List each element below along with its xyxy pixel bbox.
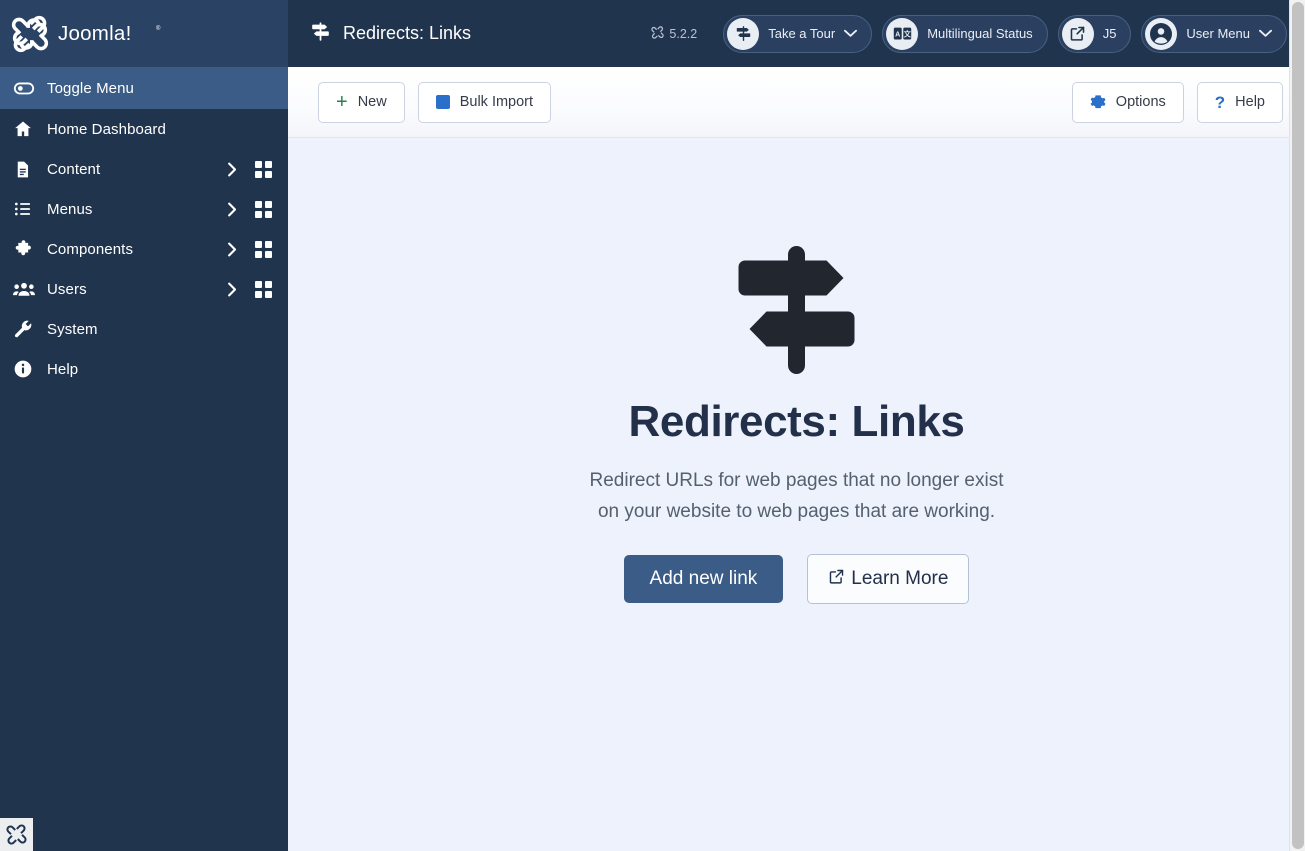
empty-state-actions: Add new link Learn More (623, 553, 970, 605)
gear-icon (1090, 94, 1106, 110)
sidebar-item-components[interactable]: Components (0, 229, 288, 269)
puzzle-icon (13, 239, 39, 260)
dashboard-grid-icon[interactable] (244, 240, 274, 258)
joomla-logo[interactable]: Joomla! ® (11, 15, 173, 53)
scrollbar-thumb[interactable] (1292, 2, 1304, 849)
chevron-down-icon[interactable] (844, 29, 858, 38)
sidebar-nav: Toggle Menu Home Dashboard Content Menus… (0, 67, 288, 389)
question-icon: ? (1214, 92, 1226, 112)
site-preview-label: J5 (1102, 26, 1117, 41)
sidebar-item-label: Components (47, 240, 134, 258)
chevron-right-icon[interactable] (220, 282, 244, 297)
options-button[interactable]: Options (1071, 81, 1184, 123)
document-icon (13, 160, 39, 179)
signpost-icon (310, 21, 331, 47)
chevron-down-icon[interactable] (1259, 29, 1272, 38)
vertical-scrollbar[interactable] (1289, 0, 1305, 851)
joomla-admin-window: Joomla! ® Toggle Menu Home Dashboard Con… (0, 0, 1305, 851)
take-a-tour-label: Take a Tour (768, 26, 836, 41)
add-new-link-button[interactable]: Add new link (623, 554, 784, 604)
signpost-icon (727, 17, 760, 50)
bulk-import-button[interactable]: Bulk Import (417, 81, 552, 123)
empty-state-description-line1: Redirect URLs for web pages that no long… (589, 470, 1004, 491)
toggle-switch-icon (13, 77, 39, 99)
version-indicator: 5.2.2 (651, 25, 698, 42)
sidebar-item-label: Help (47, 360, 79, 378)
new-button[interactable]: + New (318, 81, 405, 123)
sidebar-item-home-dashboard[interactable]: Home Dashboard (0, 109, 288, 149)
page-title-text: Redirects: Links (343, 23, 472, 43)
users-icon (13, 279, 39, 299)
options-button-label: Options (1115, 94, 1166, 110)
sidebar-item-label: Toggle Menu (47, 79, 134, 97)
chevron-right-icon[interactable] (220, 162, 244, 177)
sidebar-item-users[interactable]: Users (0, 269, 288, 309)
top-header: Redirects: Links 5.2.2 Take a Tour A 文 M… (288, 0, 1305, 67)
brand-header[interactable]: Joomla! ® (0, 0, 288, 67)
empty-state-description-line2: on your website to web pages that are wo… (597, 500, 996, 522)
svg-text:®: ® (156, 25, 161, 32)
version-text: 5.2.2 (669, 26, 698, 41)
sidebar-item-label: Content (47, 160, 101, 178)
sidebar-item-toggle-menu[interactable]: Toggle Menu (0, 67, 288, 109)
sidebar-item-label: Home Dashboard (47, 120, 166, 138)
joomla-mark-icon (651, 25, 665, 42)
dashboard-grid-icon[interactable] (244, 160, 274, 178)
sidebar-item-system[interactable]: System (0, 309, 288, 349)
sidebar-item-content[interactable]: Content (0, 149, 288, 189)
sidebar-item-label: System (47, 320, 98, 338)
chevron-right-icon[interactable] (220, 202, 244, 217)
multilingual-status-button[interactable]: A 文 Multilingual Status (882, 14, 1048, 53)
svg-text:文: 文 (903, 29, 911, 38)
site-preview-button[interactable]: J5 (1057, 14, 1132, 53)
dashboard-grid-icon[interactable] (244, 200, 274, 218)
svg-text:A: A (895, 30, 900, 38)
translate-icon: A 文 (886, 17, 919, 50)
plus-icon: + (336, 91, 348, 113)
bulk-import-button-label: Bulk Import (459, 94, 534, 110)
page-title: Redirects: Links (310, 21, 471, 47)
empty-state-description: Redirect URLs for web pages that no long… (590, 466, 1004, 528)
learn-more-button[interactable]: Learn More (807, 553, 970, 605)
chevron-right-icon[interactable] (220, 242, 244, 257)
sidebar: Joomla! ® Toggle Menu Home Dashboard Con… (0, 0, 288, 851)
help-button-label: Help (1235, 94, 1265, 110)
sidebar-item-help[interactable]: Help (0, 349, 288, 389)
list-icon (13, 199, 39, 219)
user-circle-icon (1145, 17, 1178, 50)
home-icon (13, 119, 39, 139)
user-menu-label: User Menu (1186, 26, 1250, 41)
external-link-icon (828, 568, 845, 591)
content-area: Redirects: Links Redirect URLs for web p… (288, 138, 1305, 851)
user-menu-button[interactable]: User Menu (1141, 14, 1287, 53)
wrench-icon (13, 319, 39, 339)
joomla-logo-icon (11, 15, 49, 53)
dashboard-grid-icon[interactable] (244, 280, 274, 298)
main-area: Redirects: Links 5.2.2 Take a Tour A 文 M… (288, 0, 1305, 851)
toolbar: + New Bulk Import Options ? Help (288, 67, 1305, 138)
sidebar-item-label: Users (47, 280, 87, 298)
external-link-icon (1061, 17, 1094, 50)
help-button[interactable]: ? Help (1196, 81, 1283, 123)
sidebar-item-label: Menus (47, 200, 93, 218)
info-circle-icon (13, 359, 39, 379)
signpost-illustration-icon (729, 242, 864, 387)
svg-text:Joomla!: Joomla! (58, 22, 132, 45)
learn-more-label: Learn More (851, 567, 949, 589)
take-a-tour-button[interactable]: Take a Tour (723, 14, 873, 53)
joomla-wordmark: Joomla! ® (58, 21, 173, 47)
joomla-favicon-icon (0, 818, 33, 851)
square-icon (435, 95, 450, 109)
new-button-label: New (357, 94, 387, 110)
empty-state: Redirects: Links Redirect URLs for web p… (288, 138, 1305, 851)
sidebar-item-menus[interactable]: Menus (0, 189, 288, 229)
multilingual-status-label: Multilingual Status (927, 26, 1033, 41)
empty-state-title: Redirects: Links (628, 397, 965, 446)
